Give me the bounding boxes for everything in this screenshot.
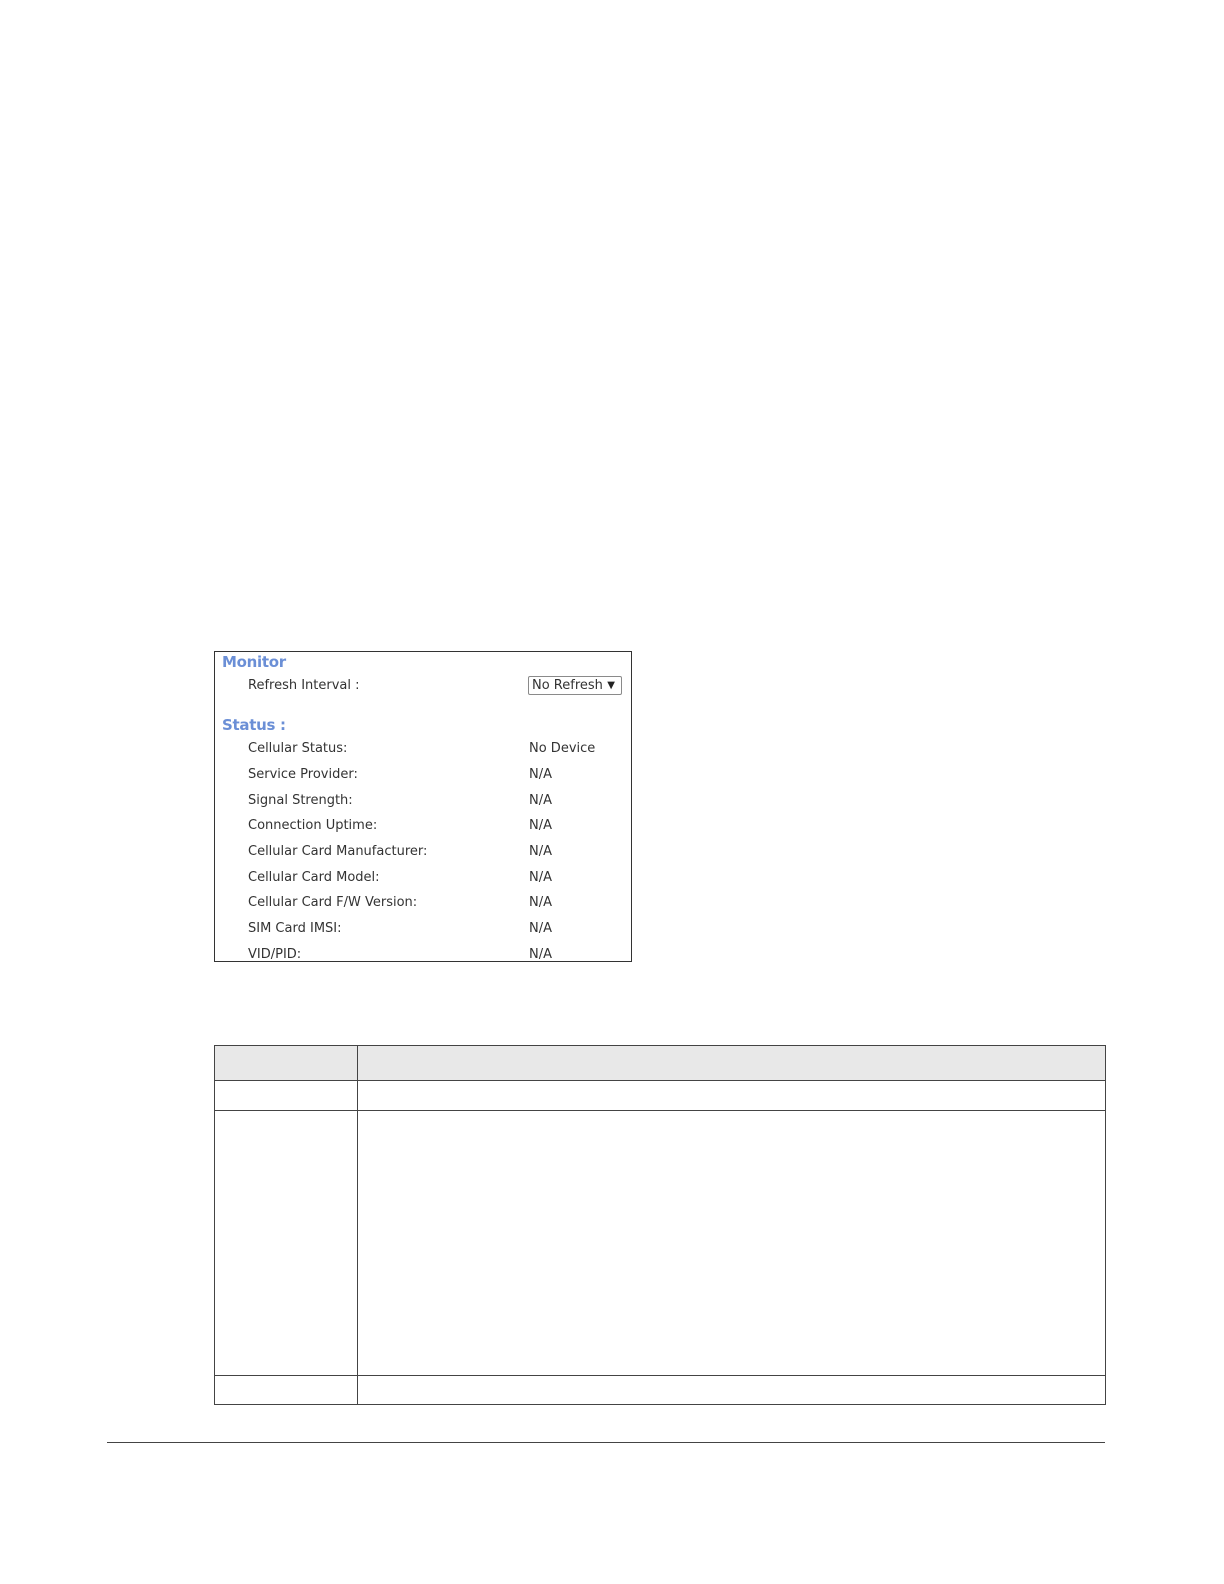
refresh-interval-select[interactable]: No Refresh ▼ [528,676,622,695]
table-row [214,1080,1106,1111]
status-row-label: Service Provider: [248,767,358,782]
status-row-label: SIM Card IMSI: [248,921,342,936]
status-row-value: N/A [529,793,552,808]
status-row-value: N/A [529,947,552,962]
table-header-cell [214,1045,358,1081]
status-row-value: N/A [529,870,552,885]
table-cell [214,1375,358,1405]
status-row-label: Signal Strength: [248,793,353,808]
status-row-value: No Device [529,741,596,756]
table-cell [214,1080,358,1111]
monitor-section-title: Monitor [222,653,286,671]
status-row-label: VID/PID: [248,947,302,962]
status-row-label: Connection Uptime: [248,818,378,833]
status-row-label: Cellular Card Manufacturer: [248,844,428,859]
status-row-label: Cellular Status: [248,741,348,756]
status-row-label: Cellular Card Model: [248,870,380,885]
refresh-interval-value: No Refresh [532,678,603,693]
dropdown-arrow-icon: ▼ [607,680,615,691]
monitor-screenshot-panel: Monitor Refresh Interval : No Refresh ▼ … [214,651,632,962]
table-header-cell [357,1045,1106,1081]
description-table [214,1045,1106,1405]
status-row-value: N/A [529,895,552,910]
table-cell [357,1110,1106,1376]
status-row-value: N/A [529,767,552,782]
table-header-row [214,1045,1106,1081]
status-row-value: N/A [529,921,552,936]
status-row-value: N/A [529,818,552,833]
table-row [214,1375,1106,1405]
refresh-interval-label: Refresh Interval : [248,678,360,693]
table-row [214,1110,1106,1376]
table-cell [357,1375,1106,1405]
status-row-label: Cellular Card F/W Version: [248,895,418,910]
footer-divider [107,1442,1105,1443]
table-cell [214,1110,358,1376]
table-cell [357,1080,1106,1111]
status-section-title: Status : [222,716,286,734]
status-row-value: N/A [529,844,552,859]
